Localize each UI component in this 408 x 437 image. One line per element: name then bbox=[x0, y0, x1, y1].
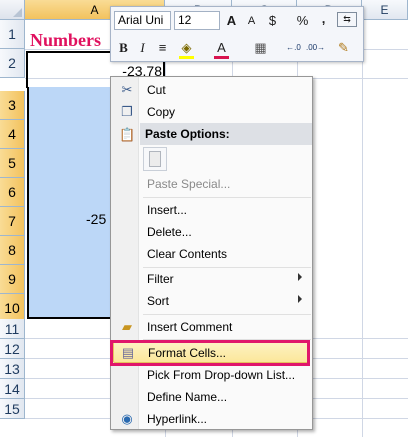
row-header-13[interactable]: 13 bbox=[0, 359, 25, 379]
increase-decimal-icon[interactable]: ←.0 bbox=[284, 38, 303, 57]
italic-icon[interactable]: I bbox=[133, 38, 152, 57]
context-menu: ✂ Cut ❐ Copy Paste Options: 📋 Paste Spec… bbox=[110, 76, 313, 430]
scissors-icon: ✂ bbox=[121, 82, 133, 97]
menu-item-sort[interactable]: Sort bbox=[113, 290, 310, 312]
font-color-swatch bbox=[214, 56, 229, 59]
paste-icon: 📋 bbox=[119, 127, 136, 142]
merge-center-icon[interactable]: ⇆ bbox=[337, 12, 357, 27]
currency-icon[interactable]: $ bbox=[263, 11, 282, 30]
row-header-11[interactable]: 11 bbox=[0, 319, 25, 339]
menu-item-insert-comment[interactable]: ▰ Insert Comment bbox=[113, 316, 310, 338]
paste-options-header: Paste Options: bbox=[140, 123, 312, 145]
row-header-15[interactable]: 15 bbox=[0, 399, 25, 419]
menu-item-delete[interactable]: Delete... bbox=[113, 221, 310, 243]
center-align-icon[interactable]: ≡ bbox=[153, 38, 172, 57]
format-painter-icon[interactable]: ✎ bbox=[334, 38, 353, 57]
copy-icon: ❐ bbox=[121, 104, 133, 119]
row-header-7[interactable]: 7 bbox=[0, 207, 25, 236]
separator bbox=[143, 197, 311, 198]
comment-icon: ▰ bbox=[122, 319, 132, 334]
menu-item-cut[interactable]: ✂ Cut bbox=[113, 79, 310, 101]
font-color-icon[interactable]: A bbox=[212, 38, 231, 57]
gridline bbox=[362, 20, 363, 437]
row-header-1[interactable]: 1 bbox=[0, 20, 25, 49]
hyperlink-globe-icon: ◉ bbox=[121, 411, 133, 426]
percent-icon[interactable]: % bbox=[293, 11, 312, 30]
menu-item-paste-special[interactable]: Paste Special... bbox=[113, 173, 310, 195]
submenu-arrow-icon bbox=[298, 295, 302, 303]
font-name-box[interactable]: Arial Uni bbox=[114, 11, 171, 30]
cell-a1[interactable]: Numbers bbox=[30, 30, 101, 51]
mini-toolbar: Arial Uni 12 A A $ % , ⇆ B I ≡ ◈ A ▦ ←.0… bbox=[110, 6, 364, 62]
select-all-corner[interactable] bbox=[0, 0, 25, 20]
separator bbox=[143, 314, 311, 315]
comma-style-icon[interactable]: , bbox=[314, 9, 333, 28]
row-header-4[interactable]: 4 bbox=[0, 120, 25, 149]
row-header-6[interactable]: 6 bbox=[0, 178, 25, 207]
highlight-frame bbox=[110, 340, 310, 366]
borders-icon[interactable]: ▦ bbox=[251, 38, 270, 57]
row-header-3[interactable]: 3 bbox=[0, 91, 25, 120]
cell-a7[interactable]: -25 bbox=[86, 211, 110, 227]
row-header-8[interactable]: 8 bbox=[0, 236, 25, 265]
menu-item-define-name[interactable]: Define Name... bbox=[113, 386, 310, 408]
row-header-9[interactable]: 9 bbox=[0, 265, 25, 294]
menu-item-hyperlink[interactable]: ◉ Hyperlink... bbox=[113, 408, 310, 430]
fill-color-swatch bbox=[179, 56, 194, 59]
menu-item-insert[interactable]: Insert... bbox=[113, 199, 310, 221]
menu-item-copy[interactable]: ❐ Copy bbox=[113, 101, 310, 123]
menu-item-filter[interactable]: Filter bbox=[113, 268, 310, 290]
row-header-5[interactable]: 5 bbox=[0, 149, 25, 178]
row-header-14[interactable]: 14 bbox=[0, 379, 25, 399]
row-header-12[interactable]: 12 bbox=[0, 339, 25, 359]
row-header-2[interactable]: 2 bbox=[0, 49, 25, 78]
font-size-box[interactable]: 12 bbox=[174, 11, 220, 30]
bold-icon[interactable]: B bbox=[114, 38, 133, 57]
column-header-e[interactable]: E bbox=[362, 0, 408, 20]
menu-item-pick-from-list[interactable]: Pick From Drop-down List... bbox=[113, 364, 310, 386]
paste-clipboard-icon bbox=[149, 151, 161, 167]
fill-color-icon[interactable]: ◈ bbox=[177, 38, 196, 57]
decrease-decimal-icon[interactable]: .00→ bbox=[306, 38, 325, 57]
submenu-arrow-icon bbox=[298, 273, 302, 281]
grow-font-icon[interactable]: A bbox=[222, 11, 241, 30]
shrink-font-icon[interactable]: A bbox=[242, 12, 261, 31]
menu-item-clear-contents[interactable]: Clear Contents bbox=[113, 243, 310, 265]
